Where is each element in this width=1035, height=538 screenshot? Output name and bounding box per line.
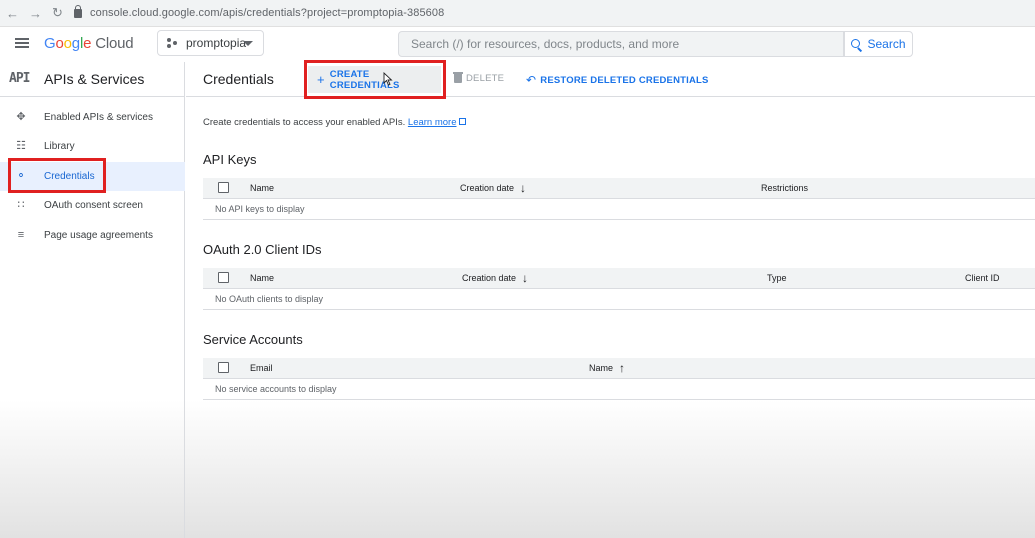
sidebar-item-library[interactable]: ☷ Library xyxy=(0,132,185,161)
select-all-checkbox[interactable] xyxy=(218,182,229,193)
api-keys-table-header: Name Creation date ↓ Restrictions xyxy=(203,178,1035,199)
arrow-down-icon: ↓ xyxy=(522,270,529,285)
service-accounts-table-header: Email Name ↑ xyxy=(203,358,1035,379)
menu-icon[interactable] xyxy=(15,38,29,48)
arrow-up-icon: ↑ xyxy=(619,360,626,375)
arrow-down-icon: ↓ xyxy=(520,180,527,195)
search-button-label: Search xyxy=(867,37,906,51)
dots-grid-icon: ∷ xyxy=(17,199,25,211)
empty-table-row: No API keys to display xyxy=(203,199,1035,220)
select-all-checkbox[interactable] xyxy=(218,272,229,283)
column-header[interactable]: Name xyxy=(250,273,274,283)
column-label: Client ID xyxy=(965,273,1000,283)
library-icon: ☷ xyxy=(16,140,26,152)
browser-nav: ← → ↻ xyxy=(0,5,74,21)
restore-label: RESTORE DELETED CREDENTIALS xyxy=(540,74,709,86)
trash-icon xyxy=(453,72,463,83)
sidebar-title: APIs & Services xyxy=(44,71,145,87)
project-picker[interactable]: promptopia xyxy=(157,30,264,56)
column-header-sorted[interactable]: Creation date ↓ xyxy=(460,180,527,195)
column-label: Email xyxy=(250,363,273,373)
restore-deleted-credentials-button[interactable]: ↶ RESTORE DELETED CREDENTIALS xyxy=(526,73,709,87)
empty-table-row: No service accounts to display xyxy=(203,379,1035,400)
sidebar-item-label: Library xyxy=(44,141,75,152)
column-label: Name xyxy=(589,363,614,373)
learn-more-link[interactable]: Learn more xyxy=(408,117,457,128)
sidebar-item-label: Page usage agreements xyxy=(44,230,153,241)
open-in-new-icon xyxy=(458,118,466,125)
service-accounts-title: Service Accounts xyxy=(203,332,303,347)
intro-label: Create credentials to access your enable… xyxy=(203,117,406,128)
column-label: Creation date xyxy=(462,273,517,283)
column-label: Name xyxy=(250,183,275,193)
sidebar-item-oauth-consent[interactable]: ∷ OAuth consent screen xyxy=(0,191,185,220)
top-header: Google Cloud promptopia Search (/) for r… xyxy=(0,27,1035,62)
intro-text: Create credentials to access your enable… xyxy=(203,117,466,128)
forward-icon[interactable]: → xyxy=(29,6,42,21)
column-label: Creation date xyxy=(460,183,515,193)
browser-address-bar: ← → ↻ console.cloud.google.com/apis/cred… xyxy=(0,0,1035,27)
search-icon xyxy=(851,38,862,50)
logo-google-text: Google xyxy=(44,35,92,52)
api-badge-icon: API xyxy=(9,71,31,86)
sidebar-header: API APIs & Services xyxy=(0,62,185,97)
logo-cloud-text: Cloud xyxy=(95,35,134,52)
column-header[interactable]: Type xyxy=(767,273,787,283)
page-title: Credentials xyxy=(203,71,274,87)
column-header-sorted[interactable]: Creation date ↓ xyxy=(462,270,529,285)
project-name: promptopia xyxy=(186,36,247,50)
select-all-checkbox[interactable] xyxy=(218,362,229,373)
action-bar: Credentials + CREATE CREDENTIALS DELETE … xyxy=(186,60,1035,99)
back-icon[interactable]: ← xyxy=(6,6,19,21)
sidebar-item-enabled-apis[interactable]: ✥ Enabled APIs & services xyxy=(0,103,185,132)
main-content: Credentials + CREATE CREDENTIALS DELETE … xyxy=(186,60,1035,538)
lock-icon xyxy=(74,4,82,18)
credentials-highlight-box xyxy=(8,158,106,193)
mouse-cursor-icon xyxy=(383,72,393,86)
sidebar: API APIs & Services ✥ Enabled APIs & ser… xyxy=(0,62,185,538)
oauth-table-header: Name Creation date ↓ Type Client ID xyxy=(203,268,1035,289)
create-highlight-box xyxy=(304,60,446,99)
google-cloud-logo[interactable]: Google Cloud xyxy=(44,35,134,52)
column-header[interactable]: Restrictions xyxy=(761,183,808,193)
column-header-sorted[interactable]: Name ↑ xyxy=(589,360,626,375)
search-placeholder: Search (/) for resources, docs, products… xyxy=(411,37,680,51)
reload-icon[interactable]: ↻ xyxy=(52,5,63,21)
api-keys-title: API Keys xyxy=(203,152,257,167)
chevron-down-icon xyxy=(243,41,253,46)
undo-icon: ↶ xyxy=(526,73,537,87)
column-label: Restrictions xyxy=(761,183,809,193)
project-dots-icon xyxy=(167,38,177,48)
column-label: Name xyxy=(250,273,275,283)
oauth-title: OAuth 2.0 Client IDs xyxy=(203,242,322,257)
search-input[interactable]: Search (/) for resources, docs, products… xyxy=(398,31,844,57)
empty-message: No OAuth clients to display xyxy=(215,294,324,304)
hub-icon: ✥ xyxy=(16,111,26,123)
column-header[interactable]: Client ID xyxy=(965,273,1000,283)
empty-table-row: No OAuth clients to display xyxy=(203,289,1035,310)
delete-button[interactable]: DELETE xyxy=(453,72,505,84)
column-header[interactable]: Email xyxy=(250,363,273,373)
column-label: Type xyxy=(767,273,787,283)
sidebar-item-page-usage[interactable]: ≡ Page usage agreements xyxy=(0,221,185,250)
url-text[interactable]: console.cloud.google.com/apis/credential… xyxy=(90,7,444,19)
search-button[interactable]: Search xyxy=(844,31,913,57)
sidebar-item-label: OAuth consent screen xyxy=(44,200,143,211)
settings-list-icon: ≡ xyxy=(17,229,25,241)
column-header[interactable]: Name xyxy=(250,183,274,193)
empty-message: No API keys to display xyxy=(215,204,305,214)
delete-label: DELETE xyxy=(466,73,505,84)
sidebar-item-label: Enabled APIs & services xyxy=(44,112,153,123)
empty-message: No service accounts to display xyxy=(215,384,337,394)
